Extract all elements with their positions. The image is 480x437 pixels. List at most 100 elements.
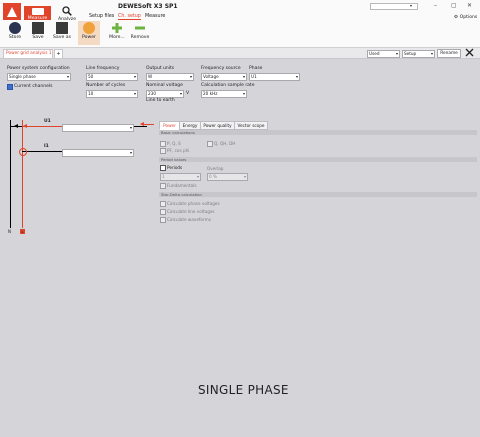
pf-label: PF, cos phi — [167, 148, 190, 153]
nominal-voltage-input[interactable]: 230 ▾ — [146, 90, 184, 98]
setup-select[interactable]: Setup ▾ — [402, 50, 435, 58]
nominal-voltage-unit: V — [186, 91, 190, 96]
output-units-select[interactable]: W ▾ — [146, 73, 194, 81]
current-clamp-icon — [19, 148, 27, 156]
power-label: Power — [82, 35, 96, 40]
arrow-left-icon — [140, 122, 144, 126]
frequency-source-select[interactable]: Voltage ▾ — [201, 73, 247, 81]
tools-icon[interactable] — [465, 48, 474, 57]
number-of-cycles-value: 10 — [88, 91, 94, 96]
calc-sample-rate-value: 20 kHz — [203, 91, 218, 96]
remove-label: Remove — [130, 35, 150, 40]
more-button[interactable]: More... — [106, 22, 128, 40]
periods-input[interactable]: 1 ▾ — [160, 173, 201, 181]
phase-line — [22, 120, 23, 228]
chevron-down-icon: ▾ — [189, 74, 192, 79]
tab-energy[interactable]: Energy — [179, 121, 201, 130]
document-tab-row: Power grid analysis 1 + Used ▾ Setup ▾ Ren… — [0, 48, 480, 59]
used-select[interactable]: Used ▾ — [367, 50, 400, 58]
save-as-button[interactable]: Save as — [51, 22, 73, 40]
magnifier-icon — [62, 6, 72, 16]
measure-icon — [31, 8, 44, 15]
more-label: More... — [109, 35, 125, 40]
frequency-source-label: Frequency source — [201, 66, 241, 71]
phase-value: U1 — [251, 74, 257, 79]
tab-vector-scope[interactable]: Vector scope — [234, 121, 268, 130]
periods-input-value: 1 — [162, 174, 165, 179]
pf-checkbox[interactable] — [160, 148, 166, 154]
u1-label: U1 — [44, 119, 51, 124]
output-units-value: W — [148, 74, 153, 79]
chevron-down-icon: ▾ — [133, 91, 136, 96]
number-of-cycles-label: Number of cycles — [86, 83, 126, 88]
line-voltages-checkbox[interactable] — [160, 209, 166, 215]
line-frequency-select[interactable]: 50 ▾ — [86, 73, 138, 81]
basic-calculations-header: Basic calculations — [159, 130, 477, 135]
phase-select[interactable]: U1 ▾ — [249, 73, 300, 81]
chevron-down-icon: ▾ — [179, 91, 182, 96]
chevron-down-icon: ▾ — [430, 51, 433, 56]
power-system-select[interactable]: Single phase ▾ — [7, 73, 71, 81]
chevron-down-icon: ▾ — [129, 125, 132, 130]
i1-label: I1 — [44, 144, 49, 149]
power-button[interactable]: Power — [78, 21, 100, 45]
fundamentals-checkbox[interactable] — [160, 183, 166, 189]
overlap-select[interactable]: 0 % ▾ — [207, 173, 248, 181]
chevron-down-icon: ▾ — [129, 150, 132, 155]
tab-power-quality[interactable]: Power quality — [200, 121, 235, 130]
caption-title: SINGLE PHASE — [198, 383, 289, 397]
power-icon — [83, 22, 95, 34]
nominal-voltage-value: 230 — [148, 91, 156, 96]
current-channels-checkbox[interactable] — [7, 84, 13, 90]
store-button[interactable]: Store — [4, 22, 26, 40]
chevron-down-icon: ▾ — [196, 174, 199, 179]
pqs-checkbox[interactable] — [160, 141, 166, 147]
record-icon — [9, 22, 21, 34]
power-system-value: Single phase — [9, 74, 36, 79]
periods-checkbox[interactable] — [160, 165, 166, 171]
overlap-value: 0 % — [209, 174, 217, 179]
chevron-down-icon[interactable]: ▾ — [410, 3, 412, 8]
number-of-cycles-select[interactable]: 10 ▾ — [86, 90, 138, 98]
nominal-voltage-label: Nominal voltage — [146, 83, 183, 88]
tab-power[interactable]: Power — [159, 121, 180, 130]
line-label: L — [20, 229, 25, 234]
remove-button[interactable]: Remove — [129, 22, 151, 40]
tab-setup-files[interactable]: Setup files — [89, 14, 114, 19]
save-label: Save — [32, 35, 44, 40]
neutral-line — [10, 120, 11, 228]
minus-icon — [135, 26, 145, 30]
save-button[interactable]: Save — [27, 22, 49, 40]
save-as-label: Save as — [53, 35, 71, 40]
i1-wire — [22, 151, 62, 152]
line-frequency-value: 50 — [88, 74, 94, 79]
line-frequency-label: Line frequency — [86, 66, 120, 71]
chevron-down-icon: ▾ — [242, 74, 245, 79]
toolbar: Store Save Save as Power More... Remove — [0, 20, 480, 48]
tab-power-grid-analysis[interactable]: Power grid analysis 1 — [3, 49, 53, 59]
maximize-button[interactable]: ▢ — [451, 2, 457, 9]
chevron-down-icon: ▾ — [395, 51, 398, 56]
arrow-left-icon — [14, 124, 18, 128]
line-voltages-label: Calculate line voltages — [167, 209, 215, 214]
waveforms-checkbox[interactable] — [160, 217, 166, 223]
qh-label: Q, QH, DH — [214, 141, 236, 146]
add-tab-button[interactable]: + — [54, 49, 63, 59]
app-title: DEWESoft X3 SP1 — [118, 3, 178, 10]
rename-button[interactable]: Rename — [437, 49, 461, 58]
chevron-down-icon: ▾ — [295, 74, 298, 79]
calc-sample-rate-select[interactable]: 20 kHz ▾ — [201, 90, 247, 98]
overlap-label: Overlap — [207, 166, 224, 171]
minimize-button[interactable]: – — [434, 2, 437, 9]
close-button[interactable]: ✕ — [467, 2, 472, 9]
frequency-source-value: Voltage — [203, 74, 219, 79]
pqs-label: P, Q, S — [167, 141, 181, 146]
periods-label: Periods — [167, 165, 183, 170]
u1-channel-select[interactable]: ▾ — [62, 124, 134, 132]
qh-checkbox[interactable] — [207, 141, 213, 147]
tab-measure[interactable]: Measure — [145, 14, 165, 19]
phase-voltages-checkbox[interactable] — [160, 201, 166, 207]
i1-channel-select[interactable]: ▾ — [62, 149, 134, 157]
dewesoft-logo — [3, 3, 21, 21]
phase-label: Phase — [249, 66, 263, 71]
